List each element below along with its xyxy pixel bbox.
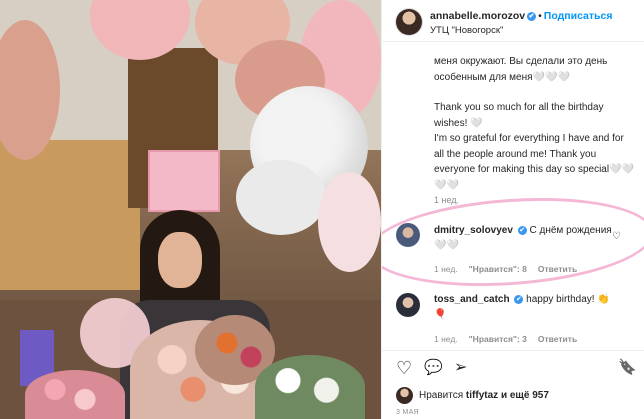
follow-button[interactable]: Подписаться xyxy=(544,10,613,22)
liker-username[interactable]: tiffytaz xyxy=(466,390,498,401)
post-location[interactable]: УТЦ "Новогорск" xyxy=(430,25,503,36)
comment-icon[interactable]: 💬 xyxy=(424,359,443,377)
commenter-avatar[interactable] xyxy=(396,223,420,247)
comment-username[interactable]: toss_and_catch xyxy=(434,294,510,305)
comment-likes-count[interactable]: "Нравится": 8 xyxy=(469,264,527,274)
author-line: annabelle.morozov ✔ • Подписаться xyxy=(430,10,612,22)
post-photo xyxy=(0,0,381,419)
likes-text: Нравится tiffytaz и ещё 957 xyxy=(419,390,549,401)
post-header: annabelle.morozov ✔ • Подписаться УТЦ "Ново… xyxy=(382,0,644,42)
heart-icon[interactable]: ♡ xyxy=(396,359,412,377)
separator-dot: • xyxy=(538,10,542,22)
likes-prefix: Нравится xyxy=(419,390,464,401)
share-icon[interactable]: ➢ xyxy=(454,359,467,377)
comment-text: dmitry_solovyev ✔ С днём рождения🤍🤍 xyxy=(434,223,614,253)
author-avatar[interactable] xyxy=(396,9,422,35)
reply-button[interactable]: Ответить xyxy=(538,264,577,274)
verified-icon: ✔ xyxy=(514,295,524,304)
comment-time: 1 нед. xyxy=(434,264,458,274)
post-date: 3 МАЯ xyxy=(396,409,419,416)
action-bar: ♡ 💬 ➢ 🔖 xyxy=(382,350,644,386)
post-side-panel: annabelle.morozov ✔ • Подписаться УТЦ "Ново… xyxy=(381,0,644,419)
commenter-avatar[interactable] xyxy=(396,293,420,317)
comment-username[interactable]: dmitry_solovyev xyxy=(434,225,513,236)
caption-time: 1 нед. xyxy=(434,195,460,205)
verified-icon: ✔ xyxy=(527,12,537,21)
comment-meta: 1 нед. "Нравится": 3 Ответить xyxy=(434,334,588,344)
reply-button[interactable]: Ответить xyxy=(538,334,577,344)
liker-avatar[interactable] xyxy=(396,387,413,404)
comment-likes-count[interactable]: "Нравится": 3 xyxy=(469,334,527,344)
likes-summary: Нравится tiffytaz и ещё 957 xyxy=(382,386,644,408)
post-caption: меня окружают. Вы сделали это день особе… xyxy=(434,54,634,208)
comments-list[interactable]: меня окружают. Вы сделали это день особе… xyxy=(382,42,644,348)
likes-others[interactable]: и ещё 957 xyxy=(501,390,549,401)
comment-text: toss_and_catch ✔ happy birthday! 👏🎈 xyxy=(434,292,614,322)
author-username[interactable]: annabelle.morozov xyxy=(430,10,525,22)
comment-like-icon[interactable]: ♡ xyxy=(612,231,621,242)
verified-icon: ✔ xyxy=(517,226,527,235)
bookmark-icon[interactable]: 🔖 xyxy=(618,359,637,377)
caption-paragraph: Thank you so much for all the birthday w… xyxy=(434,102,634,191)
comment-time: 1 нед. xyxy=(434,334,458,344)
caption-paragraph: меня окружают. Вы сделали это день особе… xyxy=(434,56,608,83)
comment-meta: 1 нед. "Нравится": 8 Ответить xyxy=(434,264,588,274)
